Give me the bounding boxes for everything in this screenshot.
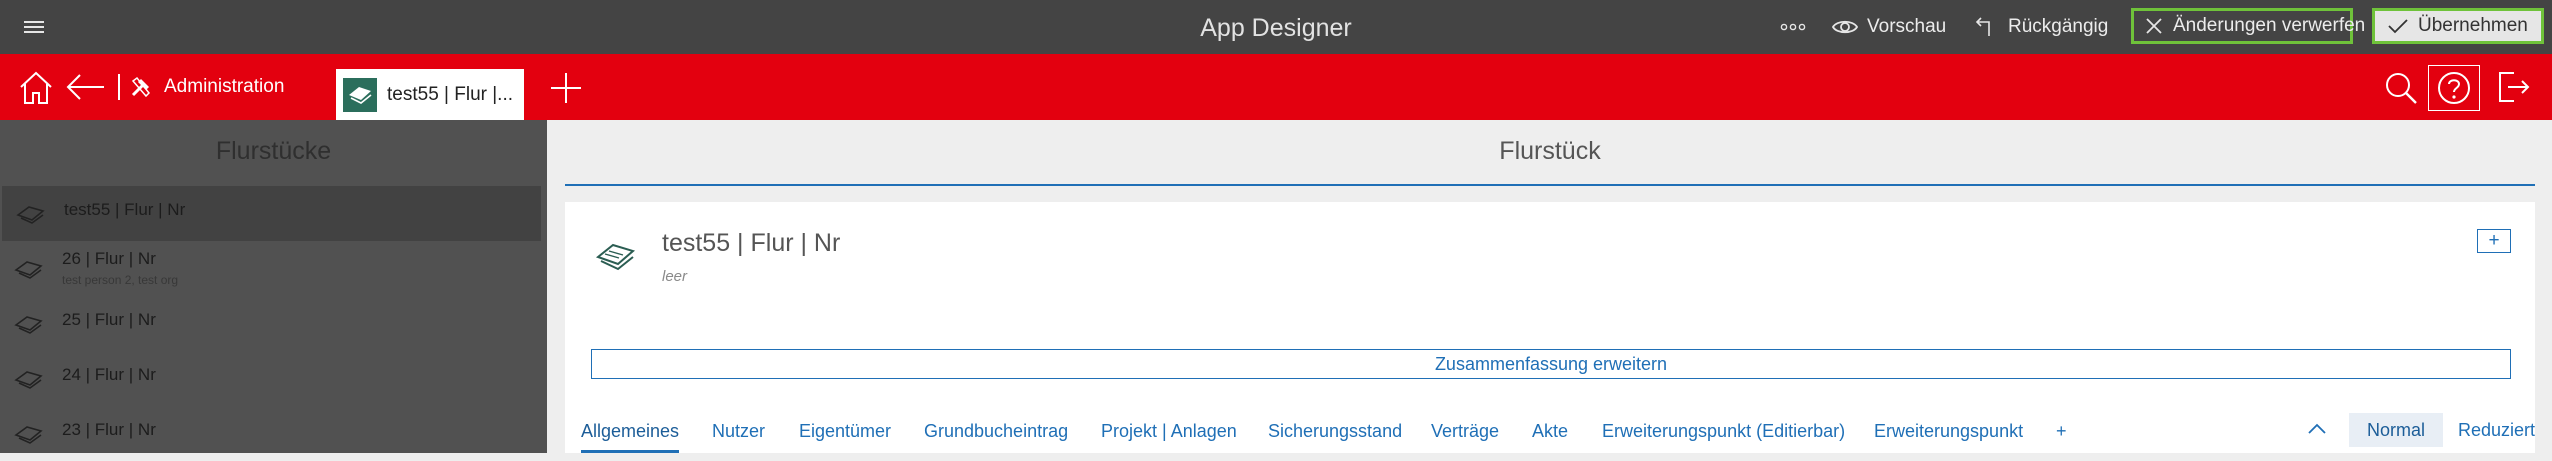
tab-label: + [2056, 421, 2067, 441]
tab-label: Nutzer [712, 421, 766, 441]
list-item[interactable]: 24 | Flur | Nr [0, 351, 547, 406]
undo-label: Rückgängig [2008, 16, 2109, 37]
record-list-panel: Flurstücke test55 | Flur | Nr 26 | Flur … [0, 120, 547, 453]
preview-button[interactable]: Vorschau [1832, 0, 1946, 54]
list-item[interactable]: 25 | Flur | Nr [0, 296, 547, 351]
tab-nutzer[interactable]: Nutzer [712, 407, 765, 453]
record-title: test55 | Flur | Nr [662, 229, 841, 257]
discard-changes-button[interactable]: Änderungen verwerfen [2131, 8, 2365, 44]
add-button[interactable]: + [2477, 229, 2511, 253]
tab-add[interactable]: + [2056, 407, 2067, 453]
parcel-icon [343, 77, 377, 112]
back-arrow-icon[interactable] [66, 73, 106, 101]
accept-label: Übernehmen [2418, 15, 2528, 36]
tab-grundbucheintrag[interactable]: Grundbucheintrag [924, 407, 1068, 453]
tab-test55-flur[interactable]: test55 | Flur |... [336, 69, 524, 120]
tab-label: Verträge [1431, 421, 1500, 441]
view-reduced-button[interactable]: Reduziert [2458, 413, 2535, 447]
tab-akte[interactable]: Akte [1532, 407, 1568, 453]
tab-label: Erweiterungspunkt [1874, 421, 2024, 441]
tools-icon [130, 76, 164, 98]
tab-erweiterungspunkt-editierbar[interactable]: Erweiterungspunkt (Editierbar) [1602, 407, 1845, 453]
administration-label: Administration [164, 76, 285, 97]
list-item-title: 25 | Flur | Nr [62, 310, 156, 329]
plus-icon[interactable] [550, 72, 582, 104]
parcel-icon [14, 368, 44, 390]
record-tabs: Allgemeines Nutzer Eigentümer Grundbuche… [565, 407, 2535, 453]
title-bar: App Designer Vorschau Rückgängig Änderun… [0, 0, 2552, 54]
list-item[interactable]: test55 | Flur | Nr [2, 186, 541, 241]
page-title: Flurstück [565, 120, 2535, 186]
tab-label: Akte [1532, 421, 1569, 441]
view-normal-button[interactable]: Normal [2349, 413, 2443, 447]
home-icon[interactable] [18, 71, 54, 105]
tab-label: Sicherungsstand [1268, 421, 1403, 441]
expand-summary-button[interactable]: Zusammenfassung erweitern [591, 349, 2511, 379]
tab-vertraege[interactable]: Verträge [1431, 407, 1499, 453]
undo-button[interactable]: Rückgängig [1975, 0, 2108, 54]
record-subtitle: leer [662, 268, 688, 285]
tab-label: Eigentümer [799, 421, 892, 441]
list-item-title: test55 | Flur | Nr [64, 200, 186, 219]
tab-erweiterungspunkt[interactable]: Erweiterungspunkt [1874, 407, 2023, 453]
discard-label: Änderungen verwerfen [2173, 15, 2366, 36]
list-item-subtitle: test person 2, test org [62, 273, 179, 287]
record-list: test55 | Flur | Nr 26 | Flur | Nr test p… [0, 186, 547, 461]
nav-divider [118, 74, 120, 100]
record-card: test55 | Flur | Nr leer + Zusammenfassun… [565, 202, 2535, 453]
list-item-title: 23 | Flur | Nr [62, 420, 156, 439]
administration-link[interactable]: Administration [130, 54, 284, 120]
logout-icon[interactable] [2496, 70, 2530, 104]
chevron-up-icon[interactable] [2307, 423, 2327, 435]
tab-label: test55 | Flur |... [387, 83, 514, 105]
more-button[interactable] [1780, 0, 1815, 54]
undo-icon [1975, 16, 2008, 38]
tab-sicherungsstand[interactable]: Sicherungsstand [1268, 407, 1402, 453]
menu-icon[interactable] [22, 17, 48, 37]
eye-icon [1832, 17, 1867, 37]
record-detail-panel: Flurstück test55 | Flur | Nr leer + Zusa… [547, 120, 2552, 453]
preview-label: Vorschau [1867, 16, 1947, 37]
tab-label: Erweiterungspunkt (Editierbar) [1602, 421, 1846, 441]
tab-label: Projekt | Anlagen [1101, 421, 1237, 441]
list-item-title: 26 | Flur | Nr [62, 249, 156, 268]
more-icon [1780, 22, 1815, 32]
parcel-icon [14, 258, 44, 280]
list-item[interactable]: 26 | Flur | Nr test person 2, test org [0, 241, 547, 296]
search-icon[interactable] [2384, 71, 2418, 105]
tab-label: Grundbucheintrag [924, 421, 1069, 441]
record-list-title: Flurstücke [215, 137, 332, 165]
check-icon [2387, 17, 2418, 35]
parcel-icon [595, 240, 637, 272]
close-icon [2144, 16, 2173, 36]
tab-allgemeines[interactable]: Allgemeines [581, 407, 680, 453]
help-icon[interactable] [2428, 65, 2480, 111]
parcel-icon [14, 313, 44, 335]
parcel-icon [14, 423, 44, 445]
tab-label: Allgemeines [581, 421, 680, 441]
tab-projekt-anlagen[interactable]: Projekt | Anlagen [1101, 407, 1237, 453]
parcel-icon [16, 203, 46, 225]
navigation-bar: Administration test55 | Flur |... [0, 54, 2552, 120]
accept-changes-button[interactable]: Übernehmen [2372, 8, 2544, 44]
list-item-title: 24 | Flur | Nr [62, 365, 156, 384]
tab-eigentuemer[interactable]: Eigentümer [799, 407, 891, 453]
